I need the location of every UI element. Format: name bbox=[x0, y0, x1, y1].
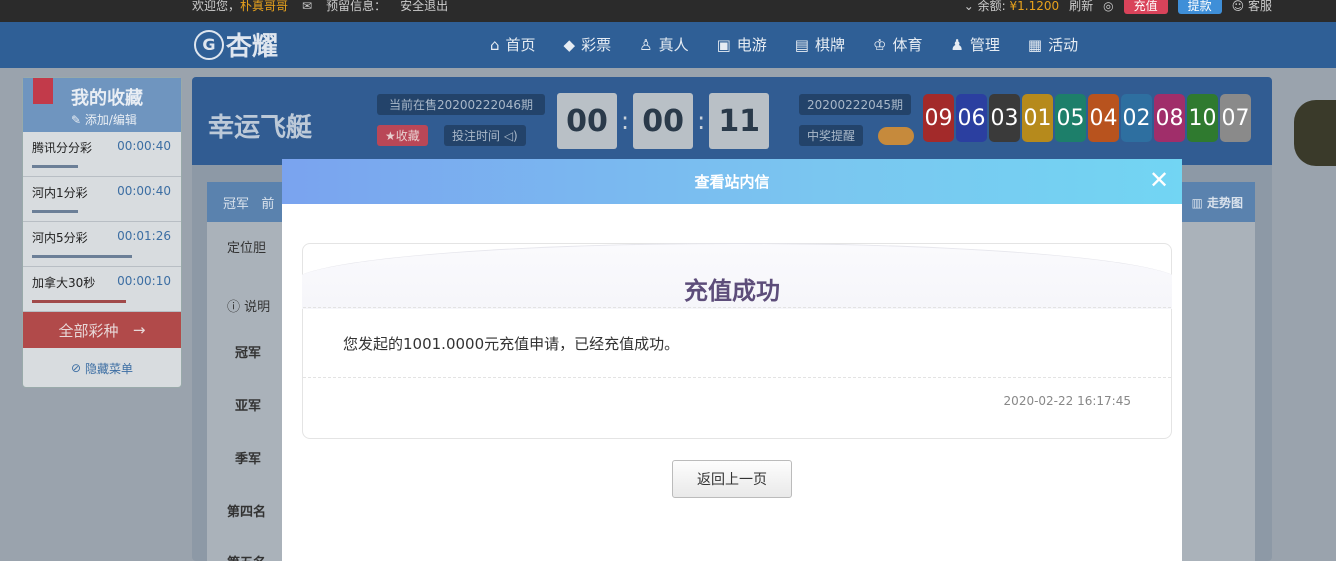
message-title: 充值成功 bbox=[684, 277, 780, 305]
divider bbox=[303, 377, 1171, 378]
message-date: 2020-02-22 16:17:45 bbox=[1003, 394, 1131, 408]
message-modal: 查看站内信 ✕ 充值成功 您发起的1001.0000元充值申请，已经充值成功。 … bbox=[282, 159, 1182, 561]
divider bbox=[303, 307, 1171, 308]
back-button[interactable]: 返回上一页 bbox=[672, 460, 792, 498]
message-body: 您发起的1001.0000元充值申请，已经充值成功。 bbox=[343, 335, 680, 353]
close-icon[interactable]: ✕ bbox=[1148, 168, 1170, 192]
modal-header: 查看站内信 bbox=[694, 173, 770, 191]
